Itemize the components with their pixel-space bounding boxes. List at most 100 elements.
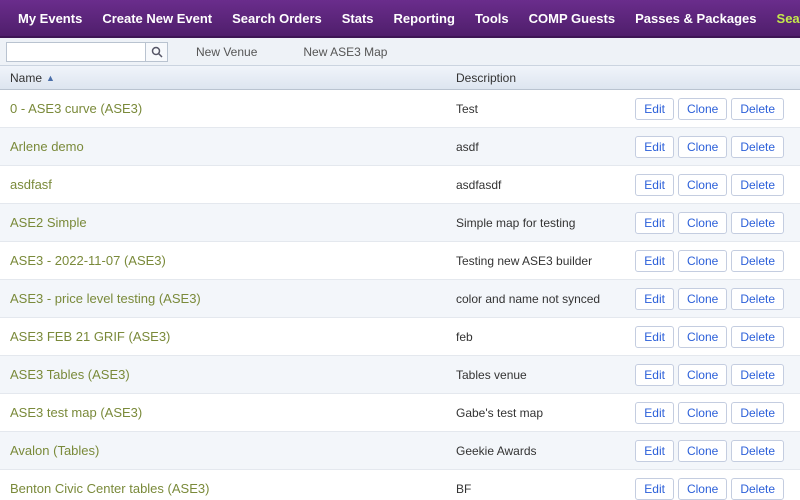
map-description: Gabe's test map	[450, 406, 645, 420]
table-row: ASE3 Tables (ASE3)Tables venueEditCloneD…	[0, 356, 800, 394]
row-actions: EditCloneDelete	[645, 402, 790, 424]
map-name-link[interactable]: Avalon (Tables)	[0, 443, 450, 458]
map-name-link[interactable]: asdfasf	[0, 177, 450, 192]
table-row: asdfasfasdfasdfEditCloneDelete	[0, 166, 800, 204]
map-description: BF	[450, 482, 645, 496]
delete-button[interactable]: Delete	[731, 250, 784, 272]
clone-button[interactable]: Clone	[678, 364, 727, 386]
row-actions: EditCloneDelete	[645, 250, 790, 272]
row-actions: EditCloneDelete	[645, 98, 790, 120]
table-row: ASE3 - price level testing (ASE3)color a…	[0, 280, 800, 318]
map-description: Tables venue	[450, 368, 645, 382]
edit-button[interactable]: Edit	[635, 98, 674, 120]
table-row: ASE3 FEB 21 GRIF (ASE3)febEditCloneDelet…	[0, 318, 800, 356]
clone-button[interactable]: Clone	[678, 250, 727, 272]
grid-header: Name ▲ Description	[0, 66, 800, 90]
nav-item-comp-guests[interactable]: COMP Guests	[519, 1, 625, 36]
search-wrap	[6, 42, 168, 62]
row-actions: EditCloneDelete	[645, 478, 790, 500]
nav-item-my-events[interactable]: My Events	[8, 1, 92, 36]
row-actions: EditCloneDelete	[645, 136, 790, 158]
col-header-description[interactable]: Description	[450, 71, 645, 85]
nav-item-reporting[interactable]: Reporting	[384, 1, 465, 36]
edit-button[interactable]: Edit	[635, 174, 674, 196]
clone-button[interactable]: Clone	[678, 174, 727, 196]
edit-button[interactable]: Edit	[635, 136, 674, 158]
table-row: Avalon (Tables)Geekie AwardsEditCloneDel…	[0, 432, 800, 470]
edit-button[interactable]: Edit	[635, 478, 674, 500]
nav-item-stats[interactable]: Stats	[332, 1, 384, 36]
edit-button[interactable]: Edit	[635, 440, 674, 462]
map-name-link[interactable]: ASE3 FEB 21 GRIF (ASE3)	[0, 329, 450, 344]
new-venue-link[interactable]: New Venue	[178, 45, 275, 59]
clone-button[interactable]: Clone	[678, 478, 727, 500]
new-map-link[interactable]: New ASE3 Map	[285, 45, 405, 59]
grid-body: 0 - ASE3 curve (ASE3)TestEditCloneDelete…	[0, 90, 800, 500]
table-row: Benton Civic Center tables (ASE3)BFEditC…	[0, 470, 800, 500]
map-name-link[interactable]: ASE3 test map (ASE3)	[0, 405, 450, 420]
map-name-link[interactable]: ASE3 Tables (ASE3)	[0, 367, 450, 382]
sort-asc-icon: ▲	[46, 73, 55, 83]
delete-button[interactable]: Delete	[731, 212, 784, 234]
seating-maps-grid: Name ▲ Description 0 - ASE3 curve (ASE3)…	[0, 66, 800, 500]
search-button[interactable]	[146, 42, 168, 62]
map-description: feb	[450, 330, 645, 344]
nav-item-seating-maps[interactable]: Seating Maps	[767, 1, 800, 36]
map-description: Simple map for testing	[450, 216, 645, 230]
clone-button[interactable]: Clone	[678, 440, 727, 462]
row-actions: EditCloneDelete	[645, 174, 790, 196]
edit-button[interactable]: Edit	[635, 326, 674, 348]
delete-button[interactable]: Delete	[731, 326, 784, 348]
edit-button[interactable]: Edit	[635, 212, 674, 234]
delete-button[interactable]: Delete	[731, 98, 784, 120]
table-row: ASE3 - 2022-11-07 (ASE3)Testing new ASE3…	[0, 242, 800, 280]
delete-button[interactable]: Delete	[731, 288, 784, 310]
toolbar: New Venue New ASE3 Map	[0, 38, 800, 66]
map-name-link[interactable]: ASE2 Simple	[0, 215, 450, 230]
row-actions: EditCloneDelete	[645, 364, 790, 386]
map-name-link[interactable]: Benton Civic Center tables (ASE3)	[0, 481, 450, 496]
clone-button[interactable]: Clone	[678, 288, 727, 310]
nav-item-create-new-event[interactable]: Create New Event	[92, 1, 222, 36]
search-icon	[151, 46, 163, 58]
delete-button[interactable]: Delete	[731, 174, 784, 196]
col-header-name-label: Name	[10, 71, 42, 85]
top-nav: My EventsCreate New EventSearch OrdersSt…	[0, 0, 800, 38]
table-row: Arlene demoasdfEditCloneDelete	[0, 128, 800, 166]
clone-button[interactable]: Clone	[678, 136, 727, 158]
delete-button[interactable]: Delete	[731, 478, 784, 500]
row-actions: EditCloneDelete	[645, 440, 790, 462]
delete-button[interactable]: Delete	[731, 136, 784, 158]
clone-button[interactable]: Clone	[678, 326, 727, 348]
table-row: ASE2 SimpleSimple map for testingEditClo…	[0, 204, 800, 242]
delete-button[interactable]: Delete	[731, 402, 784, 424]
table-row: 0 - ASE3 curve (ASE3)TestEditCloneDelete	[0, 90, 800, 128]
map-description: color and name not synced	[450, 292, 645, 306]
map-description: Geekie Awards	[450, 444, 645, 458]
delete-button[interactable]: Delete	[731, 440, 784, 462]
edit-button[interactable]: Edit	[635, 288, 674, 310]
clone-button[interactable]: Clone	[678, 212, 727, 234]
map-description: Test	[450, 102, 645, 116]
clone-button[interactable]: Clone	[678, 98, 727, 120]
edit-button[interactable]: Edit	[635, 364, 674, 386]
map-name-link[interactable]: Arlene demo	[0, 139, 450, 154]
table-row: ASE3 test map (ASE3)Gabe's test mapEditC…	[0, 394, 800, 432]
edit-button[interactable]: Edit	[635, 402, 674, 424]
clone-button[interactable]: Clone	[678, 402, 727, 424]
search-input[interactable]	[6, 42, 146, 62]
nav-item-tools[interactable]: Tools	[465, 1, 519, 36]
map-name-link[interactable]: 0 - ASE3 curve (ASE3)	[0, 101, 450, 116]
map-description: asdfasdf	[450, 178, 645, 192]
row-actions: EditCloneDelete	[645, 212, 790, 234]
row-actions: EditCloneDelete	[645, 288, 790, 310]
nav-item-search-orders[interactable]: Search Orders	[222, 1, 332, 36]
delete-button[interactable]: Delete	[731, 364, 784, 386]
map-name-link[interactable]: ASE3 - price level testing (ASE3)	[0, 291, 450, 306]
map-description: asdf	[450, 140, 645, 154]
map-name-link[interactable]: ASE3 - 2022-11-07 (ASE3)	[0, 253, 450, 268]
col-header-name[interactable]: Name ▲	[0, 71, 450, 85]
nav-item-passes-packages[interactable]: Passes & Packages	[625, 1, 766, 36]
row-actions: EditCloneDelete	[645, 326, 790, 348]
edit-button[interactable]: Edit	[635, 250, 674, 272]
